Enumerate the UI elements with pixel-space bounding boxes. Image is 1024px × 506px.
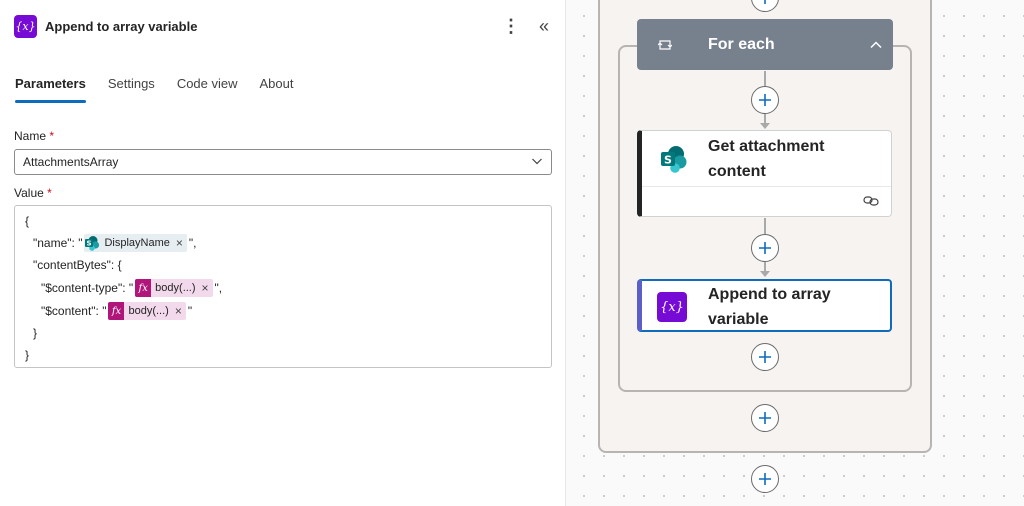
plus-icon xyxy=(759,94,771,106)
connector-line xyxy=(764,218,766,234)
required-mark: * xyxy=(47,186,52,200)
code-text: } xyxy=(25,348,30,362)
foreach-title: For each xyxy=(708,35,775,53)
code-text: "$content": " xyxy=(41,304,107,318)
foreach-header[interactable]: For each xyxy=(637,19,893,70)
arrow-down-icon xyxy=(760,271,770,277)
arrow-down-icon xyxy=(760,123,770,129)
link-icon[interactable] xyxy=(863,194,879,208)
value-label: Value * xyxy=(14,186,52,200)
sharepoint-icon: S xyxy=(661,146,687,173)
token-label: body(...) xyxy=(128,305,169,317)
collapse-panel-icon[interactable]: « xyxy=(536,16,552,36)
action-config-panel: {x} Append to array variable ⋮ « Paramet… xyxy=(0,0,566,506)
variable-icon: {x} xyxy=(657,292,687,322)
action-card-get-attachment-content[interactable]: S Get attachment content xyxy=(637,130,892,217)
loop-icon xyxy=(658,39,672,50)
token-label: body(...) xyxy=(155,282,196,294)
panel-tabs: Parameters Settings Code view About xyxy=(15,76,294,103)
token-label: DisplayName xyxy=(104,237,170,249)
card-divider xyxy=(642,186,891,187)
header-actions: ⋮ « xyxy=(502,16,554,36)
value-label-text: Value xyxy=(14,186,44,200)
flow-canvas[interactable]: For each S Get attachment content {x} Ap… xyxy=(566,0,1024,506)
code-text: } xyxy=(33,326,38,340)
code-line: } xyxy=(33,324,37,342)
plus-icon xyxy=(759,412,771,424)
remove-token-icon[interactable]: × xyxy=(175,304,182,318)
add-step-button[interactable] xyxy=(751,234,779,262)
code-text: "$content-type": " xyxy=(41,281,134,295)
code-line: { xyxy=(25,212,29,230)
tab-about[interactable]: About xyxy=(260,76,294,99)
plus-icon xyxy=(759,473,771,485)
plus-icon xyxy=(764,0,766,4)
function-icon: fx xyxy=(108,302,125,320)
sharepoint-icon: S xyxy=(84,234,100,252)
tab-code-view[interactable]: Code view xyxy=(177,76,238,99)
function-icon: fx xyxy=(135,279,152,297)
plus-icon xyxy=(759,242,771,254)
variable-icon: {x} xyxy=(14,14,37,38)
expression-token[interactable]: fx body(...) × xyxy=(135,279,213,297)
plus-icon xyxy=(759,351,771,363)
code-line: "name": " S DisplayName × ", xyxy=(33,234,197,252)
code-text: ", xyxy=(188,236,197,250)
code-line: } xyxy=(25,346,29,364)
chevron-up-icon[interactable] xyxy=(869,38,883,52)
dynamic-content-token[interactable]: S DisplayName × xyxy=(84,234,187,252)
name-dropdown[interactable]: AttachmentsArray xyxy=(14,149,552,175)
value-editor[interactable]: { "name": " S DisplayName × ", "contentB… xyxy=(14,205,552,368)
more-options-icon[interactable]: ⋮ xyxy=(502,16,520,36)
code-line: "contentBytes": { xyxy=(33,256,122,274)
code-text: "name": " xyxy=(33,236,83,250)
svg-text:S: S xyxy=(664,154,672,167)
add-step-button[interactable] xyxy=(751,465,779,493)
required-mark: * xyxy=(49,129,55,143)
code-line: "$content-type": " fx body(...) × ", xyxy=(41,279,222,297)
tab-settings[interactable]: Settings xyxy=(108,76,155,99)
expression-token[interactable]: fx body(...) × xyxy=(108,302,186,320)
panel-header: {x} Append to array variable ⋮ « xyxy=(14,13,554,39)
card-title: Append to array variable xyxy=(708,286,831,328)
connector-line xyxy=(764,71,766,87)
tab-parameters[interactable]: Parameters xyxy=(15,76,86,103)
remove-token-icon[interactable]: × xyxy=(202,281,209,295)
code-text: "contentBytes": { xyxy=(33,258,122,272)
add-step-button[interactable] xyxy=(751,404,779,432)
add-step-button[interactable] xyxy=(751,343,779,371)
remove-token-icon[interactable]: × xyxy=(176,236,183,250)
svg-text:S: S xyxy=(87,240,92,248)
code-text: " xyxy=(187,304,193,318)
chevron-down-icon xyxy=(532,158,542,165)
code-text: ", xyxy=(214,281,223,295)
code-line: "$content": " fx body(...) × " xyxy=(41,302,192,320)
action-card-append-to-array-variable[interactable]: {x} Append to array variable xyxy=(637,279,892,332)
name-label: Name * xyxy=(14,129,54,143)
card-title: Get attachment content xyxy=(708,138,825,180)
code-text: { xyxy=(25,214,30,228)
add-step-button[interactable] xyxy=(751,86,779,114)
name-label-text: Name xyxy=(14,129,47,143)
panel-title: Append to array variable xyxy=(45,18,198,34)
name-dropdown-value: AttachmentsArray xyxy=(23,155,119,169)
